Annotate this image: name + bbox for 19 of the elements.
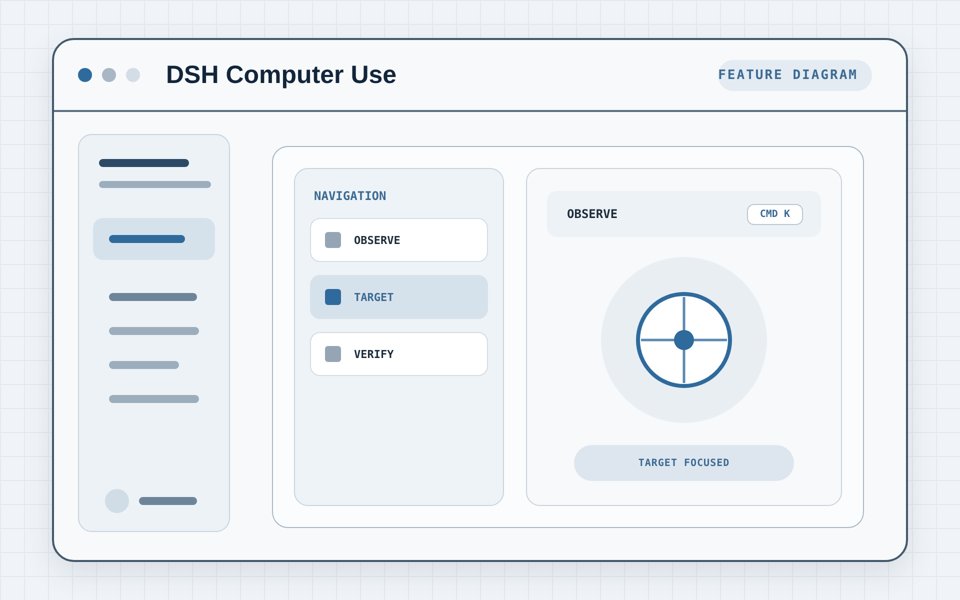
navigation-heading: NAVIGATION (314, 189, 388, 203)
feature-badge: FEATURE DIAGRAM (718, 60, 872, 90)
detail-title: OBSERVE (567, 207, 618, 221)
navigation-item[interactable]: OBSERVE (310, 218, 488, 262)
navigation-item[interactable]: VERIFY (310, 332, 488, 376)
avatar (105, 489, 129, 513)
crosshair-icon (635, 291, 733, 389)
sidebar-item[interactable] (93, 218, 215, 260)
status-pill: TARGET FOCUSED (574, 445, 794, 481)
navigation-item[interactable]: TARGET (310, 275, 488, 319)
placeholder-bar (139, 497, 197, 505)
window-dot[interactable] (126, 68, 140, 82)
window-dot[interactable] (78, 68, 92, 82)
shortcut-key: CMD K (746, 204, 803, 224)
square-icon (325, 289, 341, 305)
window-dot[interactable] (102, 68, 116, 82)
square-icon (325, 232, 341, 248)
window-title: DSH Computer Use (166, 60, 398, 90)
square-icon (325, 346, 341, 362)
